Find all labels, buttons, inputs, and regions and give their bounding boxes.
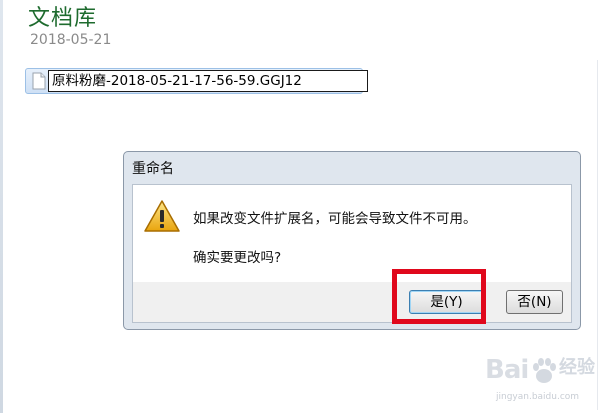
no-button[interactable]: 否(N) — [506, 290, 563, 314]
baidu-paw-icon — [533, 358, 556, 383]
baidu-watermark: Bai 经验 — [485, 349, 597, 389]
dialog-title: 重命名 — [132, 161, 174, 177]
page-date: 2018-05-21 — [30, 32, 112, 48]
page-title: 文档库 — [28, 6, 98, 31]
pane-separator — [597, 60, 598, 410]
window-left-edge — [0, 0, 3, 413]
rename-dialog: 重命名 如果改变文件扩展名，可能会导致文件不可用。 确实要更改吗? 是(Y) 否… — [123, 151, 581, 330]
dialog-message-area: 如果改变文件扩展名，可能会导致文件不可用。 确实要更改吗? — [133, 185, 571, 282]
dialog-question: 确实要更改吗? — [193, 250, 282, 266]
watermark-suffix: 经验 — [559, 357, 595, 378]
watermark-logo: Bai — [485, 355, 529, 385]
rename-input[interactable]: 原料粉磨-2018-05-21-17-56-59.GGJ12 — [48, 70, 368, 92]
file-icon — [32, 72, 46, 90]
watermark-url: jingyan.baidu.com — [496, 392, 580, 402]
warning-icon — [144, 200, 180, 232]
dialog-message: 如果改变文件扩展名，可能会导致文件不可用。 — [193, 211, 477, 227]
dialog-body: 如果改变文件扩展名，可能会导致文件不可用。 确实要更改吗? 是(Y) 否(N) — [132, 184, 572, 323]
highlight-box — [392, 269, 486, 324]
file-list-item[interactable]: 原料粉磨-2018-05-21-17-56-59.GGJ12 — [25, 68, 368, 94]
